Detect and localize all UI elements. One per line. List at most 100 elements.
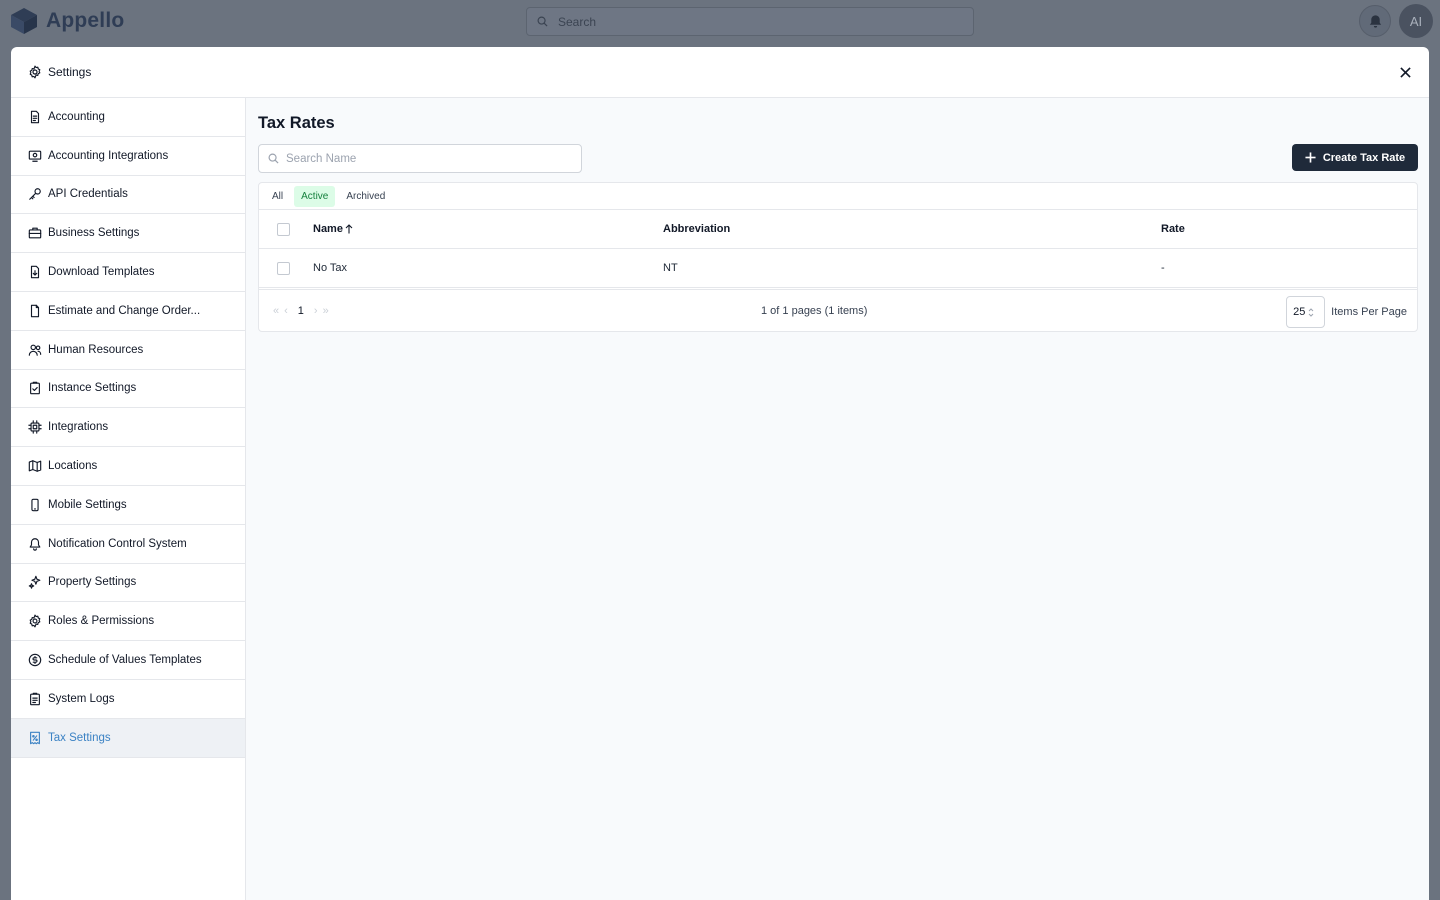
dollar-circle-icon [28, 653, 42, 667]
search-icon [268, 153, 279, 164]
sidebar-item-label: Instance Settings [48, 382, 137, 395]
file-download-icon [28, 265, 42, 279]
plus-icon [1305, 152, 1316, 163]
column-header-abbreviation[interactable]: Abbreviation [663, 210, 730, 248]
status-tabs: All Active Archived [259, 183, 1417, 210]
sidebar-item-label: Mobile Settings [48, 498, 127, 511]
pagination-nav: « ‹ 1 › » [273, 290, 329, 332]
sidebar-item-property-settings[interactable]: Property Settings [11, 564, 245, 603]
sidebar-item-human-resources[interactable]: Human Resources [11, 331, 245, 370]
sidebar-item-label: Estimate and Change Order... [48, 304, 201, 317]
sparkles-icon [28, 575, 42, 590]
sidebar-item-accounting[interactable]: Accounting [11, 98, 245, 137]
receipt-percent-icon [28, 731, 42, 745]
first-page-icon[interactable]: « [273, 305, 279, 317]
settings-modal: Settings Accounting Accounting Integratio… [11, 47, 1429, 900]
sidebar-item-label: Integrations [48, 421, 109, 434]
items-per-page: 25 Items Per Page [1286, 296, 1407, 328]
tab-active[interactable]: Active [294, 185, 336, 207]
sidebar-item-label: Schedule of Values Templates [48, 654, 202, 667]
app-topbar: Appello AI [0, 0, 1440, 47]
column-header-name[interactable]: Name [313, 210, 353, 248]
user-avatar[interactable]: AI [1399, 4, 1433, 38]
sidebar-item-tax-settings[interactable]: Tax Settings [11, 718, 245, 758]
sidebar-item-accounting-integrations[interactable]: Accounting Integrations [11, 137, 245, 176]
create-tax-rate-button[interactable]: Create Tax Rate [1292, 144, 1418, 171]
prev-page-icon[interactable]: ‹ [284, 305, 288, 317]
last-page-icon[interactable]: » [323, 305, 329, 317]
tab-all[interactable]: All [265, 186, 290, 207]
next-page-icon[interactable]: › [314, 305, 318, 317]
current-page[interactable]: 1 [298, 305, 304, 317]
create-tax-rate-label: Create Tax Rate [1322, 151, 1406, 164]
cell-abbreviation: NT [663, 262, 678, 274]
file-text-icon [28, 110, 42, 124]
app-name: Appello [46, 9, 125, 32]
select-all-checkbox[interactable] [277, 223, 290, 236]
gear-icon [28, 614, 42, 628]
page-title: Tax Rates [258, 114, 335, 132]
key-icon [28, 187, 42, 201]
per-page-value: 25 [1293, 306, 1306, 318]
sidebar-item-label: Human Resources [48, 343, 144, 356]
sidebar-item-label: Business Settings [48, 227, 140, 240]
sidebar-item-system-logs[interactable]: System Logs [11, 680, 245, 719]
pagination-info: 1 of 1 pages (1 items) [761, 305, 868, 317]
per-page-label: Items Per Page [1331, 306, 1407, 318]
cell-rate: - [1161, 262, 1165, 274]
sidebar-item-integrations[interactable]: Integrations [11, 408, 245, 448]
table-header: Name Abbreviation Rate [259, 210, 1417, 249]
modal-title: Settings [48, 65, 92, 79]
sidebar-item-label: System Logs [48, 692, 115, 705]
per-page-select[interactable]: 25 [1286, 296, 1326, 328]
sidebar-item-label: Notification Control System [48, 537, 187, 550]
sidebar-item-notification-control-system[interactable]: Notification Control System [11, 525, 245, 564]
sidebar-item-label: Locations [48, 460, 98, 473]
global-search[interactable] [526, 7, 974, 36]
sidebar-item-estimate-and-change-order[interactable]: Estimate and Change Order... [11, 292, 245, 331]
pagination: « ‹ 1 › » 1 of 1 pages (1 items) 25 Item… [259, 289, 1417, 332]
sidebar-item-label: Roles & Permissions [48, 615, 155, 628]
file-icon [28, 304, 42, 318]
sidebar-item-business-settings[interactable]: Business Settings [11, 214, 245, 254]
tab-archived[interactable]: Archived [339, 186, 392, 207]
briefcase-icon [28, 226, 42, 240]
appello-logo-icon [11, 8, 37, 34]
bell-icon [28, 537, 42, 551]
chevron-up-down-icon [1309, 307, 1314, 317]
global-search-input[interactable] [558, 14, 938, 29]
bell-icon [1369, 14, 1381, 28]
sidebar-item-roles-and-permissions[interactable]: Roles & Permissions [11, 602, 245, 642]
sidebar-item-instance-settings[interactable]: Instance Settings [11, 370, 245, 409]
app-logo[interactable]: Appello [10, 6, 124, 36]
sidebar-item-download-templates[interactable]: Download Templates [11, 253, 245, 292]
sidebar-item-locations[interactable]: Locations [11, 447, 245, 486]
map-icon [28, 459, 42, 473]
sidebar-item-api-credentials[interactable]: API Credentials [11, 176, 245, 215]
row-checkbox[interactable] [277, 262, 290, 275]
smartphone-icon [28, 498, 42, 512]
search-name-input[interactable] [286, 152, 566, 165]
cpu-icon [28, 420, 42, 434]
monitor-dollar-icon [28, 149, 42, 163]
close-button[interactable] [1397, 64, 1413, 80]
sidebar-item-mobile-settings[interactable]: Mobile Settings [11, 486, 245, 525]
close-icon [1399, 66, 1411, 78]
search-icon [537, 16, 548, 27]
clipboard-list-icon [28, 692, 42, 706]
sidebar-item-schedule-of-values-templates[interactable]: Schedule of Values Templates [11, 641, 245, 680]
column-name-label: Name [313, 223, 343, 235]
sidebar-item-label: Tax Settings [48, 731, 111, 744]
column-header-rate[interactable]: Rate [1161, 210, 1185, 248]
tax-rates-panel: Tax Rates Create Tax Rate All Active Arc… [246, 98, 1429, 900]
clipboard-check-icon [28, 381, 42, 395]
users-icon [28, 343, 42, 357]
table-row[interactable]: No Tax NT - [259, 249, 1417, 288]
cell-name: No Tax [313, 262, 348, 274]
notifications-button[interactable] [1359, 5, 1391, 37]
tax-rates-table: All Active Archived Name Abbreviation Ra… [258, 182, 1418, 332]
search-name-field[interactable] [258, 144, 582, 173]
settings-sidebar: Accounting Accounting Integrations API Cre… [11, 98, 246, 900]
sidebar-item-label: Accounting Integrations [48, 149, 169, 162]
sidebar-item-label: Accounting [48, 110, 105, 123]
